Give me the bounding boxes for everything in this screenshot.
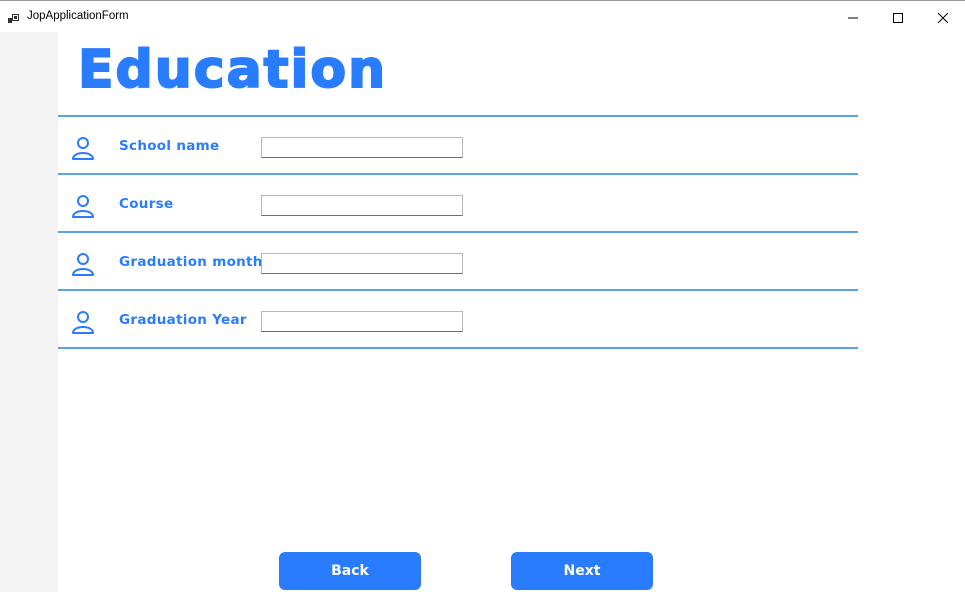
school-name-input[interactable]	[261, 137, 463, 158]
app-icon	[8, 10, 20, 23]
divider	[58, 115, 858, 117]
close-icon	[937, 8, 949, 27]
divider	[58, 231, 858, 233]
graduation-month-label: Graduation month	[119, 254, 263, 270]
left-sidebar	[0, 32, 58, 592]
user-icon	[70, 309, 96, 335]
maximize-button[interactable]	[875, 1, 921, 33]
user-icon	[70, 135, 96, 161]
maximize-icon	[893, 8, 903, 27]
graduation-year-input[interactable]	[261, 311, 463, 332]
course-input[interactable]	[261, 195, 463, 216]
back-button[interactable]: Back	[279, 552, 421, 590]
divider	[58, 347, 858, 349]
graduation-year-label: Graduation Year	[119, 312, 247, 328]
school-name-label: School name	[119, 138, 220, 154]
title-bar: JopApplicationForm	[0, 0, 965, 32]
next-button[interactable]: Next	[511, 552, 653, 590]
close-button[interactable]	[920, 1, 965, 33]
minimize-icon	[848, 8, 858, 27]
divider	[58, 289, 858, 291]
divider	[58, 173, 858, 175]
user-icon	[70, 193, 96, 219]
minimize-button[interactable]	[830, 1, 876, 33]
course-label: Course	[119, 196, 174, 212]
window-title: JopApplicationForm	[27, 10, 129, 22]
user-icon	[70, 251, 96, 277]
graduation-month-input[interactable]	[261, 253, 463, 274]
page-title: Education	[77, 39, 388, 101]
